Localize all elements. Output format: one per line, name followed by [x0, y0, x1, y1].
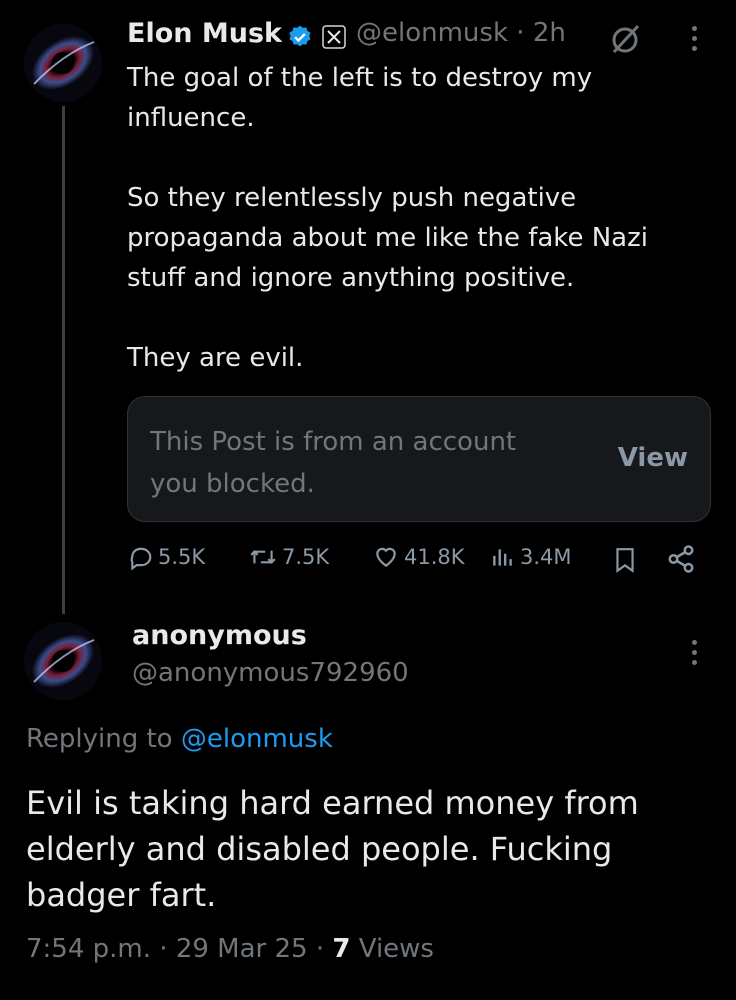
verified-badge-icon: [289, 25, 311, 47]
reply-text: Evil is taking hard earned money from el…: [26, 784, 639, 914]
elon-avatar[interactable]: [24, 24, 102, 102]
reply-time[interactable]: 7:54 p.m.: [26, 934, 151, 964]
reply-author-name[interactable]: anonymous: [132, 620, 307, 651]
blocked-quote-card[interactable]: This Post is from an account you blocked…: [127, 396, 711, 522]
repost-icon: [250, 550, 276, 564]
anonymous-avatar[interactable]: [24, 622, 102, 700]
view-button[interactable]: View: [618, 443, 688, 473]
views-action[interactable]: 3.4M: [490, 544, 572, 570]
thread-connector-line: [62, 106, 65, 614]
post-text: The goal of the left is to destroy my in…: [127, 58, 687, 378]
separator-dot: ·: [315, 934, 325, 964]
replying-to-line: Replying to @elonmusk: [26, 724, 333, 754]
reply-count: 5.5K: [158, 545, 206, 569]
heart-icon: [376, 547, 396, 567]
like-count: 41.8K: [404, 545, 465, 569]
share-icon[interactable]: [666, 544, 696, 574]
more-options-icon[interactable]: [692, 26, 700, 51]
x-logo-icon: [322, 25, 346, 49]
author-handle[interactable]: @elonmusk: [356, 18, 508, 48]
reply-action[interactable]: 5.5K: [128, 544, 205, 570]
views-icon: [493, 549, 512, 566]
reply-timestamp-line: 7:54 p.m. · 29 Mar 25 · 7 Views: [26, 934, 434, 964]
blocked-notice: This Post is from an account you blocked…: [150, 427, 517, 499]
reply-views-count: 7: [332, 934, 351, 964]
post-paragraph-1: The goal of the left is to destroy my in…: [127, 63, 593, 133]
post-paragraph-2: So they relentlessly push negative propa…: [127, 183, 648, 293]
author-name[interactable]: Elon Musk: [127, 18, 282, 49]
replying-to-prefix: Replying to: [26, 724, 173, 754]
post-paragraph-3: They are evil.: [127, 343, 304, 373]
reply-author-handle[interactable]: @anonymous792960: [132, 658, 409, 688]
post-time[interactable]: 2h: [533, 18, 566, 48]
like-action[interactable]: 41.8K: [372, 544, 465, 570]
views-count: 3.4M: [520, 545, 572, 569]
reply-views-label: Views: [358, 934, 434, 964]
grok-icon[interactable]: [608, 22, 642, 56]
separator-dot: ·: [516, 18, 525, 48]
separator-dot: ·: [159, 934, 168, 964]
replying-to-handle[interactable]: @elonmusk: [181, 724, 333, 754]
repost-count: 7.5K: [282, 545, 330, 569]
reply-more-options-icon[interactable]: [692, 640, 700, 665]
repost-action[interactable]: 7.5K: [248, 544, 329, 570]
reply-icon: [130, 547, 152, 570]
reply-date[interactable]: 29 Mar 25: [176, 934, 308, 964]
bookmark-icon[interactable]: [612, 546, 638, 574]
